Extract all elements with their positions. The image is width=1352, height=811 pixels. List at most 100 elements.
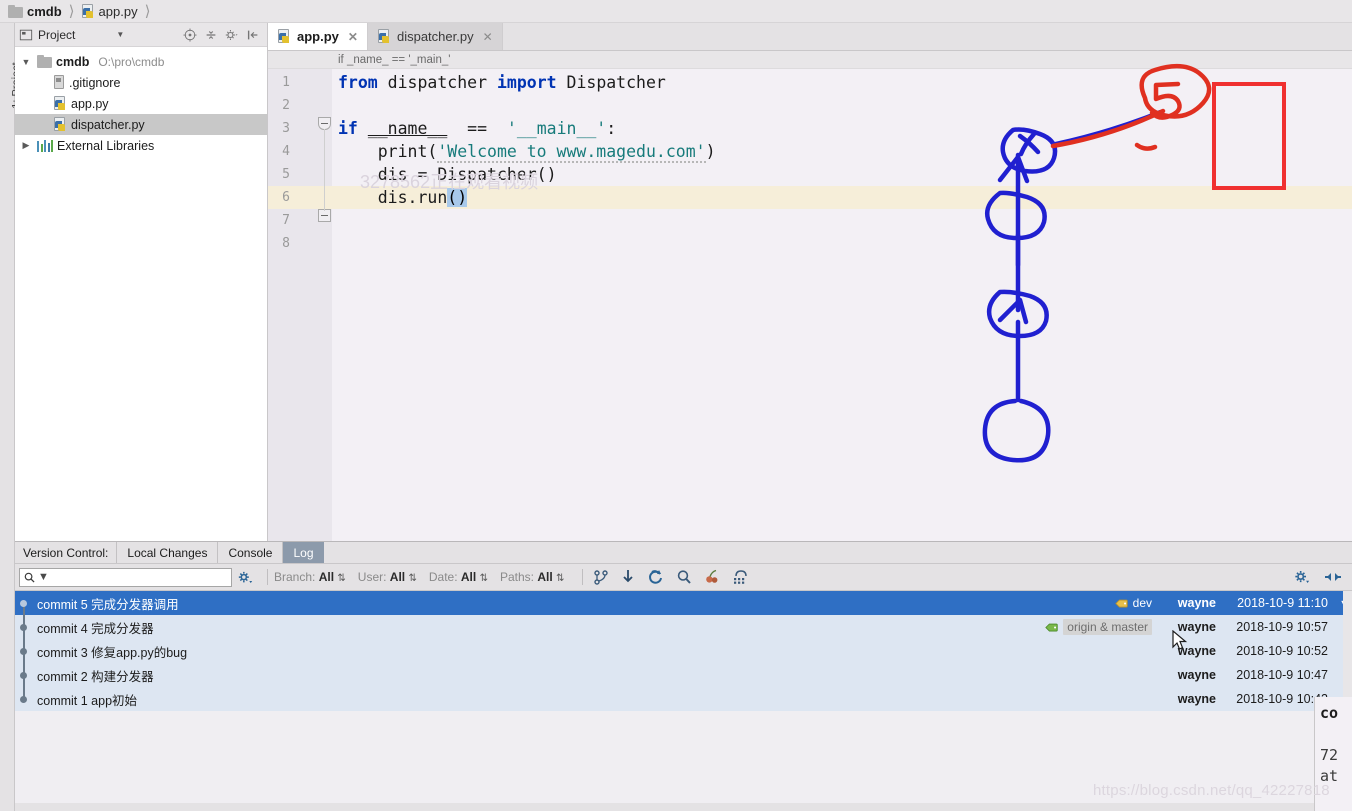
- commit-graph-cell: [15, 615, 37, 639]
- commit-tag-label: dev: [1132, 596, 1152, 610]
- tag-icon: [1114, 599, 1128, 607]
- close-icon[interactable]: ✕: [483, 30, 493, 44]
- refresh-icon[interactable]: [647, 569, 664, 585]
- chevron-right-icon[interactable]: ▶: [19, 140, 33, 151]
- cherry-pick-icon[interactable]: [704, 569, 720, 585]
- url-watermark: https://blog.csdn.net/qq_42227818: [1093, 782, 1330, 799]
- commit-date: 2018-10-9 10:47: [1236, 668, 1328, 682]
- project-panel: Project ▼ ▼ cmdb O:\pro\cmdb .gitignore …: [15, 23, 268, 541]
- version-control-tabbar: Version Control: Local Changes Console L…: [15, 542, 1352, 564]
- show-all-branches-icon[interactable]: [732, 569, 749, 585]
- code-line-1: from dispatcher import Dispatcher: [338, 73, 666, 92]
- search-icon: [24, 572, 35, 583]
- python-file-icon: [377, 29, 391, 44]
- commit-tag-label: origin & master: [1063, 619, 1152, 635]
- tree-item-dispatcher-py[interactable]: dispatcher.py: [15, 114, 267, 135]
- commit-graph-cell: [15, 639, 37, 663]
- search-field[interactable]: [51, 570, 231, 584]
- commit-message: commit 5 完成分发器调用: [37, 597, 179, 612]
- commit-tag-origin-master[interactable]: origin & master: [1045, 619, 1152, 635]
- breadcrumb-label: cmdb: [27, 3, 62, 19]
- fetch-down-icon[interactable]: [621, 569, 635, 585]
- commit-log-list[interactable]: commit 5 完成分发器调用 dev wayne 2018-10-9 11:…: [15, 591, 1352, 711]
- collapse-all-icon[interactable]: [204, 28, 218, 42]
- gear-icon[interactable]: [238, 570, 253, 585]
- settings-gear-icon[interactable]: [225, 28, 239, 42]
- log-scrollbar[interactable]: [1343, 591, 1352, 697]
- folder-icon: [8, 4, 23, 18]
- tree-item-label: .gitignore: [69, 75, 121, 90]
- commit-row[interactable]: commit 4 完成分发器 origin & master wayne 201…: [15, 615, 1352, 639]
- chevron-right-icon: ⟩: [144, 3, 151, 20]
- breadcrumb: cmdb ⟩ app.py ⟩: [0, 0, 1352, 23]
- version-control-panel: Version Control: Local Changes Console L…: [15, 541, 1352, 811]
- tree-item-gitignore[interactable]: .gitignore: [15, 72, 267, 93]
- python-file-icon: [53, 96, 67, 111]
- branch-graph-icon[interactable]: [593, 569, 609, 585]
- editor-tabbar: app.py ✕ dispatcher.py ✕: [268, 23, 1352, 51]
- tree-item-external-libraries[interactable]: ▶ External Libraries: [15, 135, 267, 156]
- libraries-icon: [37, 139, 53, 152]
- line-number: 4: [282, 144, 290, 159]
- project-panel-title: Project: [38, 27, 76, 42]
- search-dropdown-caret[interactable]: ▼: [38, 571, 49, 583]
- tab-log[interactable]: Log: [283, 542, 324, 563]
- filter-branch[interactable]: Branch: All ⇅: [274, 570, 346, 584]
- breadcrumb-item-cmdb[interactable]: cmdb: [8, 4, 62, 19]
- locate-icon[interactable]: [183, 27, 197, 42]
- project-tree: ▼ cmdb O:\pro\cmdb .gitignore app.py dis…: [15, 47, 267, 156]
- commit-row[interactable]: commit 1 app初始 wayne 2018-10-9 10:42: [15, 687, 1352, 711]
- commit-row[interactable]: commit 5 完成分发器调用 dev wayne 2018-10-9 11:…: [15, 591, 1352, 615]
- commit-message: commit 2 构建分发器: [37, 669, 154, 684]
- version-control-label: Version Control:: [15, 542, 118, 563]
- detail-line: co: [1320, 704, 1339, 722]
- tree-item-label: External Libraries: [57, 138, 155, 153]
- commit-row[interactable]: commit 3 修复app.py的bug wayne 2018-10-9 10…: [15, 639, 1352, 663]
- log-settings-gear-icon[interactable]: [1294, 569, 1310, 585]
- close-icon[interactable]: ✕: [348, 30, 358, 44]
- chevron-down-icon[interactable]: ▼: [116, 30, 124, 39]
- code-editor[interactable]: 1 2 3 4 5 6 7 8 from dispatcher import D…: [268, 69, 1352, 541]
- tab-console[interactable]: Console: [218, 542, 284, 563]
- line-number: 8: [282, 236, 290, 251]
- filter-date-value: All: [460, 570, 477, 584]
- tab-local-changes[interactable]: Local Changes: [117, 542, 219, 563]
- collapse-arrows-icon[interactable]: [1324, 569, 1342, 585]
- chevron-down-icon[interactable]: ▼: [19, 57, 33, 67]
- commit-author: wayne: [1177, 596, 1216, 610]
- filter-paths[interactable]: Paths: All ⇅: [500, 570, 564, 584]
- commit-author: wayne: [1177, 692, 1216, 706]
- breadcrumb-item-app-py[interactable]: app.py: [81, 3, 138, 19]
- project-view-icon: [19, 29, 33, 40]
- editor-tab-label: app.py: [297, 29, 339, 44]
- video-watermark-overlay: 3278562正在观看视频: [360, 172, 539, 192]
- tree-item-cmdb[interactable]: ▼ cmdb O:\pro\cmdb: [15, 51, 267, 72]
- search-input[interactable]: ▼: [19, 567, 232, 587]
- breadcrumb-label: app.py: [98, 3, 138, 19]
- fold-region-line: [324, 129, 325, 211]
- editor-tab-dispatcher-py[interactable]: dispatcher.py ✕: [367, 23, 503, 50]
- code-text[interactable]: from dispatcher import Dispatcher if __n…: [318, 69, 1352, 541]
- search-magnifier-icon[interactable]: [676, 569, 692, 585]
- filter-date[interactable]: Date: All ⇅: [429, 570, 488, 584]
- commit-row[interactable]: commit 2 构建分发器 wayne 2018-10-9 10:47: [15, 663, 1352, 687]
- hide-panel-icon[interactable]: [246, 28, 260, 42]
- line-number: 6: [268, 186, 332, 209]
- left-tool-strip-bottom: 7: Structure: [0, 541, 15, 811]
- editor-sticky-header: if _name_ == '_main_': [268, 51, 1352, 69]
- commit-date: 2018-10-9 10:57: [1236, 620, 1328, 634]
- commit-author: wayne: [1177, 668, 1216, 682]
- tree-item-app-py[interactable]: app.py: [15, 93, 267, 114]
- gitignore-file-icon: [53, 75, 65, 90]
- code-line-4: print('Welcome to www.magedu.com'): [338, 142, 716, 163]
- filter-paths-value: All: [537, 570, 553, 584]
- editor-tab-app-py[interactable]: app.py ✕: [268, 23, 368, 50]
- commit-date: 2018-10-9 11:10: [1237, 596, 1328, 610]
- log-toolbar: ▼ Branch: All ⇅ User: All ⇅ Date: All ⇅ …: [15, 564, 1352, 591]
- code-line-3: if __name__ == '__main__':: [338, 119, 617, 138]
- filter-user[interactable]: User: All ⇅: [358, 570, 417, 584]
- commit-tag-dev[interactable]: dev: [1114, 596, 1152, 610]
- folder-icon: [37, 55, 52, 68]
